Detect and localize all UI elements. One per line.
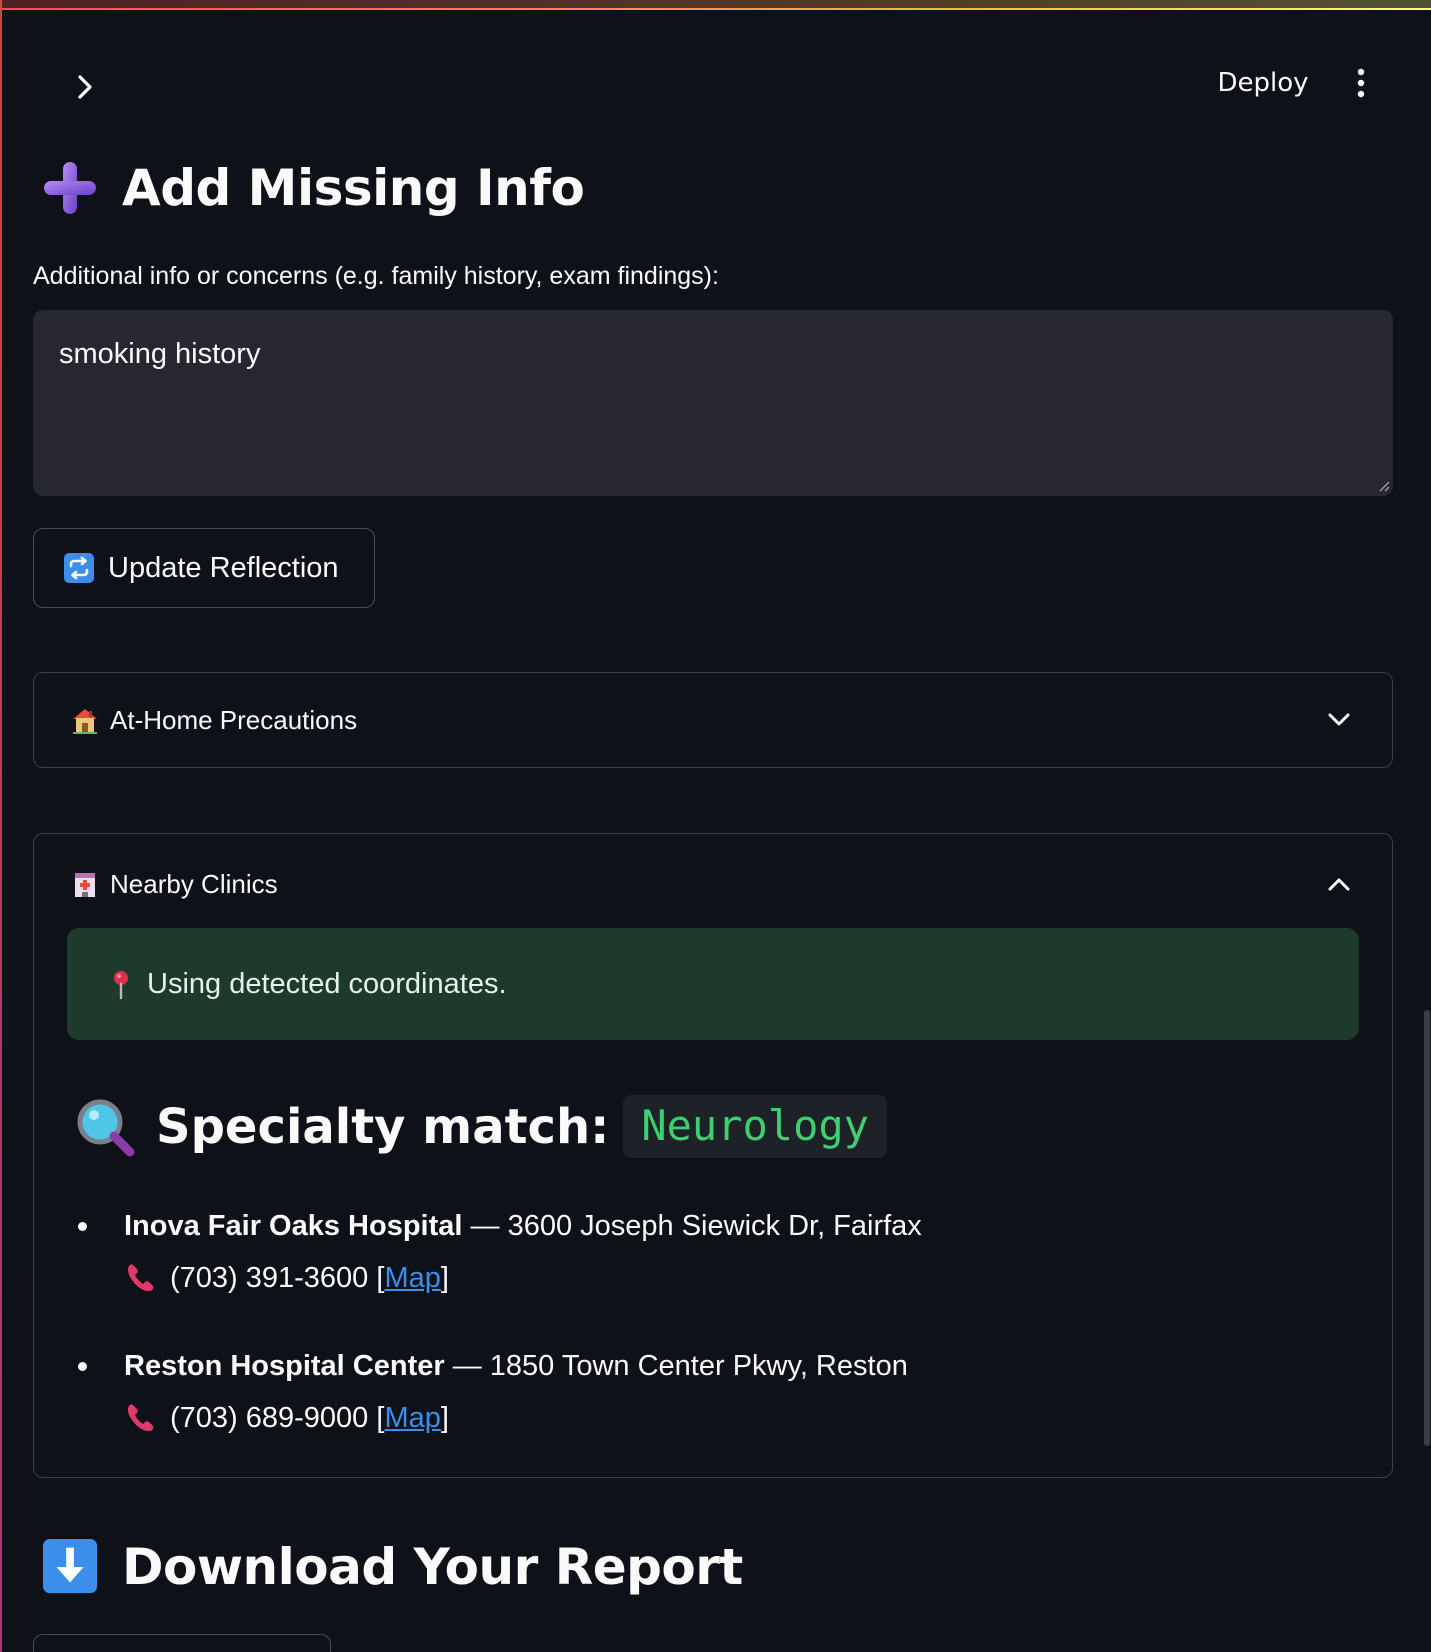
specialty-match-heading: Specialty match: Neurology (74, 1095, 887, 1158)
resize-handle-icon[interactable] (1378, 480, 1390, 492)
location-info-text: Using detected coordinates. (147, 967, 507, 1000)
download-report-title: Download Your Report (122, 1538, 743, 1596)
clinic-phone: (703) 391-3600 (170, 1262, 369, 1294)
clinic-address: — 1850 Town Center Pkwy, Reston (444, 1350, 908, 1382)
list-item: Inova Fair Oaks Hospital — 3600 Joseph S… (78, 1200, 1278, 1304)
download-button[interactable] (33, 1634, 331, 1652)
download-report-heading: Download Your Report (42, 1538, 743, 1596)
sidebar-toggle-button[interactable] (68, 70, 102, 104)
bracket-close: ] (440, 1402, 449, 1434)
clinic-name: Inova Fair Oaks Hospital (124, 1210, 463, 1242)
nearby-clinics-label: Nearby Clinics (110, 868, 278, 899)
magnifier-icon (77, 1099, 135, 1156)
left-edge-line (0, 0, 2, 1652)
at-home-precautions-expander: At-Home Precautions (33, 672, 1393, 768)
hospital-icon (75, 873, 95, 897)
additional-info-textarea[interactable]: smoking history (33, 310, 1393, 496)
additional-info-label: Additional info or concerns (e.g. family… (33, 262, 719, 290)
more-vertical-icon (1357, 68, 1365, 98)
scrollbar-thumb[interactable] (1424, 1010, 1430, 1446)
chevron-right-icon (78, 75, 92, 99)
clinic-address: — 3600 Joseph Siewick Dr, Fairfax (462, 1210, 922, 1242)
clinic-map-link[interactable]: Map (384, 1392, 440, 1444)
nearby-clinics-header[interactable]: Nearby Clinics (34, 834, 1392, 928)
top-decoration-bar (0, 0, 1431, 10)
add-missing-info-heading: Add Missing Info (40, 158, 585, 218)
at-home-precautions-header[interactable]: At-Home Precautions (34, 673, 1392, 767)
pin-icon (114, 971, 128, 1000)
location-info-alert: Using detected coordinates. (67, 928, 1359, 1040)
list-item: Reston Hospital Center — 1850 Town Cente… (78, 1340, 1278, 1444)
clinic-name: Reston Hospital Center (124, 1350, 445, 1382)
bracket-open: [ (368, 1402, 385, 1434)
at-home-precautions-label: At-Home Precautions (110, 704, 358, 735)
deploy-button[interactable]: Deploy (1208, 62, 1318, 104)
clinic-list: Inova Fair Oaks Hospital — 3600 Joseph S… (78, 1200, 1278, 1480)
down-arrow-icon (42, 1538, 98, 1594)
update-reflection-button[interactable]: Update Reflection (33, 528, 375, 608)
clinic-map-link[interactable]: Map (384, 1252, 440, 1304)
clinic-phone: (703) 689-9000 (170, 1402, 369, 1434)
specialty-match-prefix: Specialty match: (156, 1098, 610, 1155)
add-missing-info-title: Add Missing Info (122, 159, 585, 217)
chevron-up-icon (1328, 878, 1350, 891)
bracket-open: [ (368, 1262, 385, 1294)
specialty-value: Neurology (623, 1095, 887, 1158)
main-menu-button[interactable] (1345, 62, 1377, 104)
repeat-icon (64, 553, 94, 583)
phone-icon (127, 1404, 154, 1432)
phone-icon (127, 1264, 154, 1292)
bracket-close: ] (440, 1262, 449, 1294)
chevron-down-icon (1328, 713, 1350, 726)
house-icon (73, 709, 97, 734)
plus-icon (44, 162, 96, 214)
update-reflection-label: Update Reflection (108, 551, 339, 584)
